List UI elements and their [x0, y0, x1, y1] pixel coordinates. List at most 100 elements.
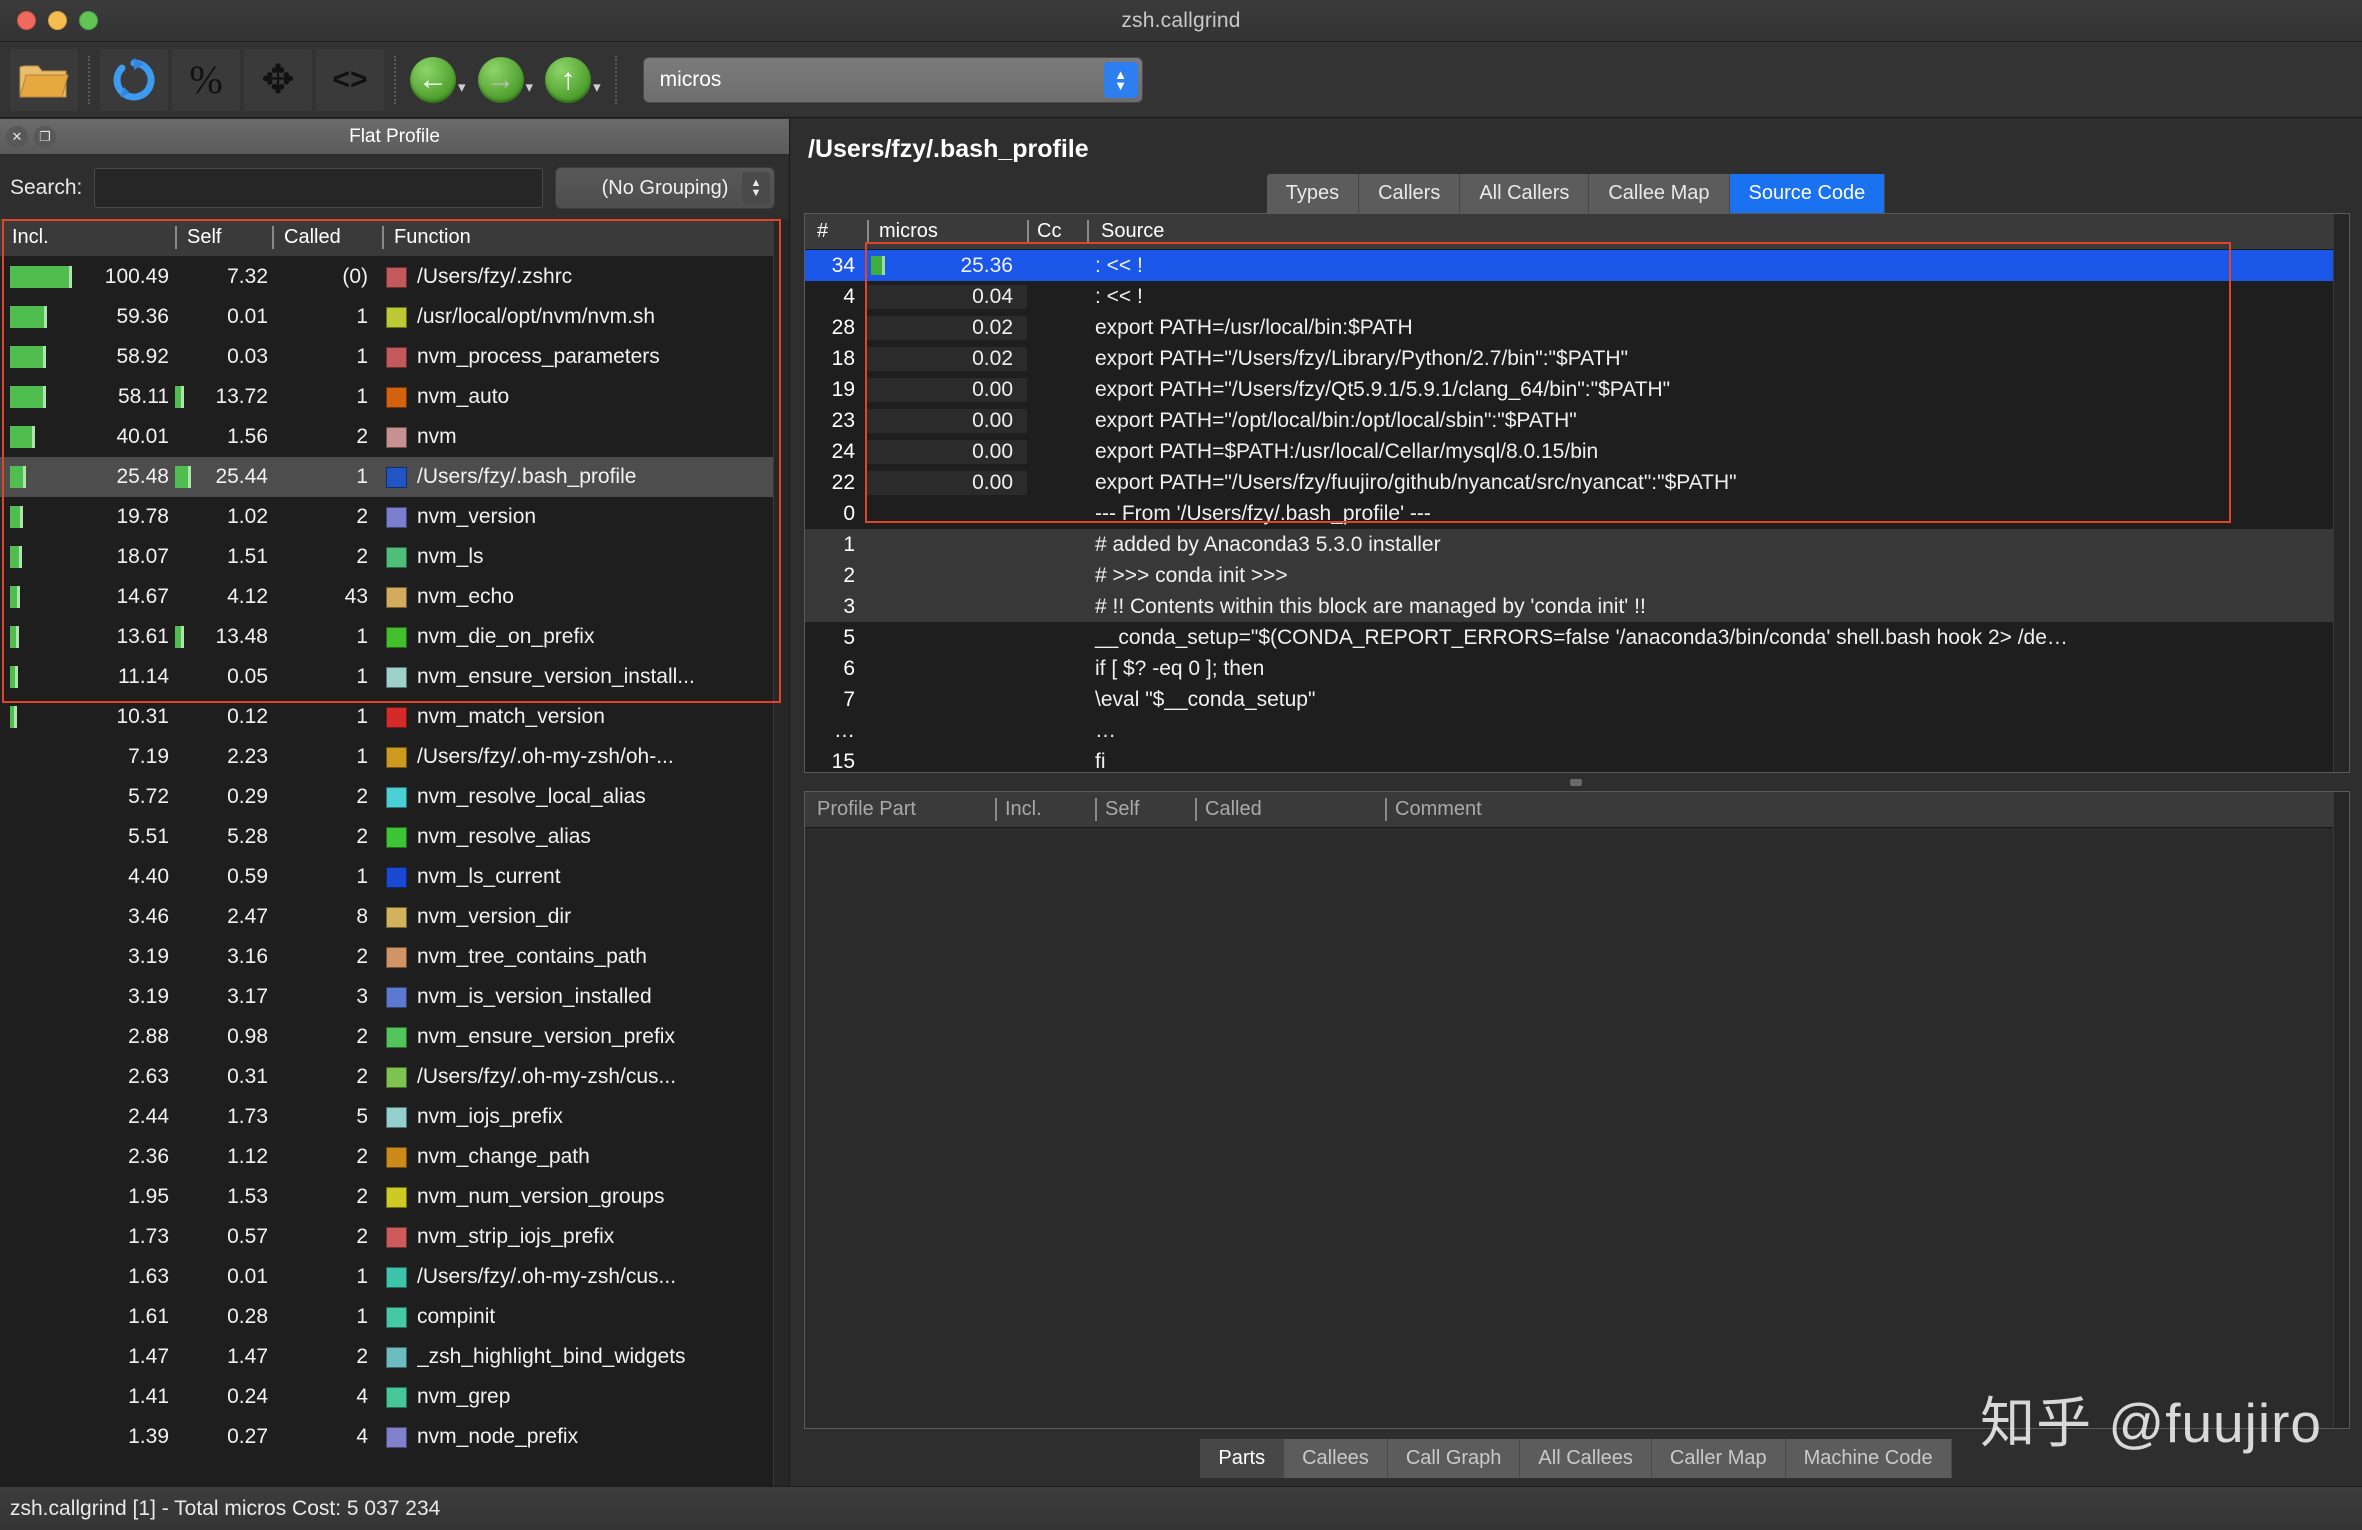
- table-row[interactable]: 1.630.011/Users/fzy/.oh-my-zsh/cus...: [0, 1257, 789, 1297]
- bottom-tab-machine-code[interactable]: Machine Code: [1786, 1439, 1952, 1478]
- table-row[interactable]: 3.193.173nvm_is_version_installed: [0, 977, 789, 1017]
- bottom-tab-callees[interactable]: Callees: [1284, 1439, 1388, 1478]
- table-row[interactable]: 25.4825.441/Users/fzy/.bash_profile: [0, 457, 789, 497]
- detail-tabbar[interactable]: TypesCallersAll CallersCallee MapSource …: [790, 174, 2362, 213]
- source-line[interactable]: 5__conda_setup="$(CONDA_REPORT_ERRORS=fa…: [805, 622, 2349, 653]
- table-row[interactable]: 2.441.735nvm_iojs_prefix: [0, 1097, 789, 1137]
- table-row[interactable]: 2.630.312/Users/fzy/.oh-my-zsh/cus...: [0, 1057, 789, 1097]
- flat-profile-rows[interactable]: 100.497.32(0)/Users/fzy/.zshrc59.360.011…: [0, 257, 789, 1457]
- table-row[interactable]: 40.011.562nvm: [0, 417, 789, 457]
- source-line[interactable]: 3# !! Contents within this block are man…: [805, 591, 2349, 622]
- chevron-down-icon[interactable]: ▾: [593, 78, 601, 96]
- column-header-profile-part[interactable]: Profile Part: [805, 798, 995, 821]
- table-row[interactable]: 1.610.281compinit: [0, 1297, 789, 1337]
- line-number: 24: [805, 440, 867, 464]
- table-row[interactable]: 19.781.022nvm_version: [0, 497, 789, 537]
- parts-body[interactable]: [805, 828, 2349, 1428]
- table-row[interactable]: 7.192.231/Users/fzy/.oh-my-zsh/oh-...: [0, 737, 789, 777]
- table-row[interactable]: 58.920.031nvm_process_parameters: [0, 337, 789, 377]
- source-vertical-scrollbar[interactable]: [2333, 214, 2349, 772]
- tab-types[interactable]: Types: [1267, 174, 1359, 213]
- chevron-updown-icon[interactable]: ▲▼: [1104, 62, 1138, 98]
- source-line[interactable]: 3425.36: << !: [805, 250, 2349, 281]
- bottom-tab-call-graph[interactable]: Call Graph: [1388, 1439, 1521, 1478]
- chevron-down-icon[interactable]: ▾: [458, 78, 466, 96]
- source-line[interactable]: 40.04: << !: [805, 281, 2349, 312]
- source-line[interactable]: 2# >>> conda init >>>: [805, 560, 2349, 591]
- source-line[interactable]: 6if [ $? -eq 0 ]; then: [805, 653, 2349, 684]
- table-row[interactable]: 59.360.011/usr/local/opt/nvm/nvm.sh: [0, 297, 789, 337]
- column-header-called[interactable]: Called: [272, 226, 382, 249]
- table-row[interactable]: 5.515.282nvm_resolve_alias: [0, 817, 789, 857]
- column-header-micros[interactable]: micros: [867, 220, 1027, 243]
- table-row[interactable]: 3.193.162nvm_tree_contains_path: [0, 937, 789, 977]
- grouping-select[interactable]: (No Grouping) ▲▼: [555, 167, 775, 209]
- flat-profile-table[interactable]: Incl. Self Called Function 100.497.32(0)…: [0, 219, 789, 1486]
- bottom-tab-all-callees[interactable]: All Callees: [1520, 1439, 1651, 1478]
- source-line[interactable]: ……: [805, 715, 2349, 746]
- chevron-updown-icon[interactable]: ▲▼: [742, 172, 770, 204]
- table-row[interactable]: 3.462.478nvm_version_dir: [0, 897, 789, 937]
- tab-all-callers[interactable]: All Callers: [1460, 174, 1589, 213]
- table-row[interactable]: 18.071.512nvm_ls: [0, 537, 789, 577]
- event-type-select[interactable]: micros ▲▼: [643, 57, 1143, 103]
- table-row[interactable]: 2.361.122nvm_change_path: [0, 1137, 789, 1177]
- table-row[interactable]: 1.951.532nvm_num_version_groups: [0, 1177, 789, 1217]
- column-header-cc[interactable]: Cc: [1027, 220, 1087, 243]
- column-header-part-incl[interactable]: Incl.: [995, 798, 1095, 821]
- source-line[interactable]: 240.00export PATH=$PATH:/usr/local/Cella…: [805, 436, 2349, 467]
- column-header-line-number[interactable]: #: [805, 220, 867, 243]
- table-row[interactable]: 14.674.1243nvm_echo: [0, 577, 789, 617]
- source-line[interactable]: 190.00export PATH="/Users/fzy/Qt5.9.1/5.…: [805, 374, 2349, 405]
- tab-callee-map[interactable]: Callee Map: [1589, 174, 1729, 213]
- chevron-down-icon[interactable]: ▾: [526, 78, 534, 96]
- source-line[interactable]: 220.00export PATH="/Users/fzy/fuujiro/gi…: [805, 467, 2349, 498]
- source-line[interactable]: 0--- From '/Users/fzy/.bash_profile' ---: [805, 498, 2349, 529]
- table-row[interactable]: 1.390.274nvm_node_prefix: [0, 1417, 789, 1457]
- table-row[interactable]: 5.720.292nvm_resolve_local_alias: [0, 777, 789, 817]
- table-row[interactable]: 58.1113.721nvm_auto: [0, 377, 789, 417]
- table-row[interactable]: 4.400.591nvm_ls_current: [0, 857, 789, 897]
- refresh-icon[interactable]: [100, 49, 168, 111]
- bottom-tabbar[interactable]: PartsCalleesCall GraphAll CalleesCaller …: [790, 1429, 2362, 1486]
- table-row[interactable]: 1.730.572nvm_strip_iojs_prefix: [0, 1217, 789, 1257]
- move-icon[interactable]: ✥: [244, 49, 312, 111]
- percent-icon[interactable]: %: [172, 49, 240, 111]
- open-folder-icon[interactable]: [10, 49, 78, 111]
- parts-vertical-scrollbar[interactable]: [2333, 792, 2349, 1428]
- column-header-comment[interactable]: Comment: [1385, 798, 2349, 821]
- table-row[interactable]: 1.410.244nvm_grep: [0, 1377, 789, 1417]
- column-header-function[interactable]: Function: [382, 226, 789, 249]
- column-header-source[interactable]: Source: [1087, 220, 2349, 243]
- source-lines[interactable]: 3425.36: << !40.04: << !280.02export PAT…: [805, 250, 2349, 773]
- column-header-part-self[interactable]: Self: [1095, 798, 1195, 821]
- parts-panel[interactable]: Profile Part Incl. Self Called Comment: [804, 791, 2350, 1429]
- tab-source-code[interactable]: Source Code: [1730, 174, 1886, 213]
- table-row[interactable]: 10.310.121nvm_match_version: [0, 697, 789, 737]
- source-line[interactable]: 280.02export PATH=/usr/local/bin:$PATH: [805, 312, 2349, 343]
- tab-callers[interactable]: Callers: [1359, 174, 1460, 213]
- table-row[interactable]: 13.6113.481nvm_die_on_prefix: [0, 617, 789, 657]
- code-icon[interactable]: <>: [316, 49, 384, 111]
- up-button[interactable]: ↑ ▾: [545, 57, 601, 103]
- back-button[interactable]: ← ▾: [410, 57, 466, 103]
- table-row[interactable]: 11.140.051nvm_ensure_version_install...: [0, 657, 789, 697]
- source-line[interactable]: 180.02export PATH="/Users/fzy/Library/Py…: [805, 343, 2349, 374]
- bottom-tab-caller-map[interactable]: Caller Map: [1652, 1439, 1786, 1478]
- table-row[interactable]: 2.880.982nvm_ensure_version_prefix: [0, 1017, 789, 1057]
- table-row[interactable]: 1.471.472_zsh_highlight_bind_widgets: [0, 1337, 789, 1377]
- source-code-panel[interactable]: # micros Cc Source 3425.36: << !40.04: <…: [804, 213, 2350, 773]
- vertical-scrollbar[interactable]: [773, 219, 789, 1486]
- source-line[interactable]: 230.00export PATH="/opt/local/bin:/opt/l…: [805, 405, 2349, 436]
- table-row[interactable]: 100.497.32(0)/Users/fzy/.zshrc: [0, 257, 789, 297]
- search-input[interactable]: [94, 168, 543, 208]
- bottom-tab-parts[interactable]: Parts: [1200, 1439, 1284, 1478]
- column-header-part-called[interactable]: Called: [1195, 798, 1385, 821]
- source-line[interactable]: 1# added by Anaconda3 5.3.0 installer: [805, 529, 2349, 560]
- source-line[interactable]: 7 \eval "$__conda_setup": [805, 684, 2349, 715]
- forward-button[interactable]: → ▾: [478, 57, 534, 103]
- source-line[interactable]: 15fi: [805, 746, 2349, 773]
- column-header-self[interactable]: Self: [175, 226, 272, 249]
- splitter-handle[interactable]: [790, 773, 2362, 791]
- column-header-incl[interactable]: Incl.: [0, 226, 175, 249]
